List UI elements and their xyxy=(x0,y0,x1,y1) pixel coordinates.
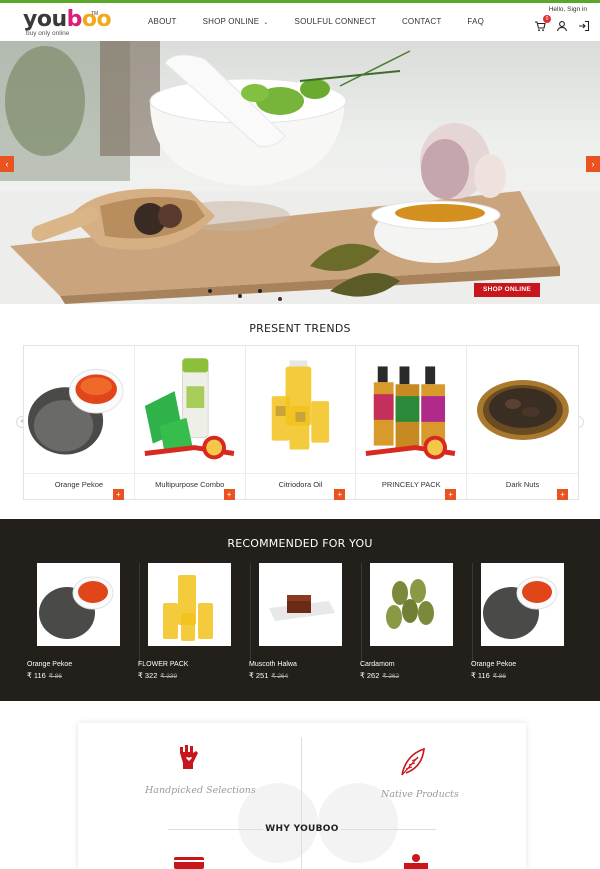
site-header: youboo TM buy only online ABOUT SHOP ONL… xyxy=(0,0,600,41)
leaf-icon xyxy=(396,745,430,784)
present-trends-carousel: Orange Pekoe + Multipurpose Combo + Citr… xyxy=(23,345,579,500)
product-price: ₹ 116 ₹ 86 xyxy=(471,671,567,680)
product-image-princely-pack xyxy=(365,366,456,460)
product-image-dark-nuts xyxy=(477,380,570,440)
recommended-card[interactable]: Muscoth Halwa ₹ 251 ₹ 264 xyxy=(245,563,345,680)
divider xyxy=(245,473,356,474)
cart-icon[interactable]: 0 xyxy=(534,15,551,32)
product-name: Citriodora Oil xyxy=(278,480,323,489)
product-name: Orange Pekoe xyxy=(27,661,73,668)
logo-tagline: buy only online xyxy=(26,30,70,37)
chevron-right-icon: › xyxy=(591,159,595,169)
current-price: ₹ 116 xyxy=(471,671,490,680)
recommended-section: RECOMMENDED FOR YOU Orange Pekoe ₹ 116 ₹ … xyxy=(0,519,600,701)
original-price: ₹ 86 xyxy=(492,673,506,680)
chevron-down-icon: ⌄ xyxy=(263,20,269,26)
nav-about[interactable]: ABOUT xyxy=(148,17,177,26)
product-name: PRINCELY PACK xyxy=(381,480,441,489)
product-price: ₹ 116 ₹ 86 xyxy=(27,671,123,680)
recommended-title: RECOMMENDED FOR YOU xyxy=(227,537,373,550)
feature-handpicked-selections: Handpicked Selections xyxy=(145,785,256,796)
recommended-card[interactable]: FLOWER PACK ₹ 322 ₹ 339 xyxy=(134,563,234,680)
product-price: ₹ 322 ₹ 339 xyxy=(138,671,234,680)
header-icons: 0 xyxy=(534,15,590,32)
product-card[interactable]: PRINCELY PACK + xyxy=(356,346,468,500)
product-image-citriodora-oil xyxy=(271,360,329,450)
background-watermark xyxy=(238,783,398,863)
nav-faq[interactable]: FAQ xyxy=(467,17,484,26)
why-youboo-section: Handpicked Selections Native Products WH… xyxy=(78,723,526,869)
divider xyxy=(467,473,578,474)
product-image-multipurpose-combo xyxy=(144,358,235,460)
feature-native-products: Native Products xyxy=(381,789,459,800)
product-name: Cardamom xyxy=(360,661,395,668)
product-card[interactable]: Orange Pekoe + xyxy=(24,346,135,500)
hero-image xyxy=(0,41,600,304)
login-icon[interactable] xyxy=(578,19,590,32)
recommended-card[interactable]: Cardamom ₹ 262 ₹ 262 xyxy=(356,563,456,680)
hero-next-arrow[interactable]: › xyxy=(586,156,600,172)
main-nav: ABOUT SHOP ONLINE ⌄ SOULFUL CONNECT CONTA… xyxy=(136,17,484,26)
product-image-orange-pekoe xyxy=(37,563,120,646)
present-trends-title: PRESENT TRENDS xyxy=(249,322,351,335)
product-name: Muscoth Halwa xyxy=(249,661,297,668)
product-image-cardamom xyxy=(370,563,453,646)
hero-banner: ‹ › SHOP ONLINE xyxy=(0,41,600,304)
current-price: ₹ 322 xyxy=(138,671,158,680)
logo[interactable]: youboo TM buy only online xyxy=(23,9,112,39)
card-icon xyxy=(174,855,204,869)
product-image-orange-pekoe xyxy=(481,563,564,646)
hand-heart-icon xyxy=(175,743,203,776)
cart-count-badge: 0 xyxy=(543,15,551,23)
recommended-card[interactable]: Orange Pekoe ₹ 116 ₹ 86 xyxy=(23,563,123,680)
original-price: ₹ 339 xyxy=(160,673,178,680)
nav-shop-online[interactable]: SHOP ONLINE ⌄ xyxy=(203,17,269,26)
logo-trademark: TM xyxy=(91,11,99,17)
current-price: ₹ 262 xyxy=(360,671,380,680)
product-name: Orange Pekoe xyxy=(54,480,104,489)
divider xyxy=(134,473,245,474)
product-card[interactable]: Dark Nuts + xyxy=(467,346,578,500)
nav-shop-online-label: SHOP ONLINE xyxy=(202,17,260,26)
product-image-flower-pack xyxy=(148,563,231,646)
product-card[interactable]: Multipurpose Combo + xyxy=(134,346,246,500)
user-icon[interactable] xyxy=(556,19,568,32)
nav-soulful-connect[interactable]: SOULFUL CONNECT xyxy=(295,17,376,26)
product-price: ₹ 262 ₹ 262 xyxy=(360,671,456,680)
divider xyxy=(356,473,467,474)
original-price: ₹ 262 xyxy=(382,673,400,680)
add-to-cart-button[interactable]: + xyxy=(223,489,235,500)
add-to-cart-button[interactable]: + xyxy=(112,489,124,500)
hero-prev-arrow[interactable]: ‹ xyxy=(0,156,14,172)
chevron-left-icon: ‹ xyxy=(5,159,9,169)
sign-in-greeting[interactable]: Hello, Sign in xyxy=(549,6,587,13)
divider xyxy=(301,737,302,869)
original-price: ₹ 264 xyxy=(271,673,289,680)
divider xyxy=(24,473,134,474)
product-image-muscoth-halwa xyxy=(259,563,342,646)
recommended-card[interactable]: Orange Pekoe ₹ 116 ₹ 86 xyxy=(467,563,567,680)
product-name: Orange Pekoe xyxy=(471,661,517,668)
product-name: Multipurpose Combo xyxy=(155,480,225,489)
add-to-cart-button[interactable]: + xyxy=(556,489,568,500)
add-to-cart-button[interactable]: + xyxy=(334,489,346,500)
product-card[interactable]: Citriodora Oil + xyxy=(245,346,357,500)
product-name: Dark Nuts xyxy=(505,480,540,489)
product-image-orange-pekoe xyxy=(27,368,124,455)
original-price: ₹ 86 xyxy=(48,673,62,680)
product-price: ₹ 251 ₹ 264 xyxy=(249,671,345,680)
add-to-cart-button[interactable]: + xyxy=(445,489,457,500)
nav-contact[interactable]: CONTACT xyxy=(402,17,441,26)
current-price: ₹ 116 xyxy=(27,671,46,680)
shop-icon xyxy=(402,853,430,869)
why-youboo-title: WHY YOUBOO xyxy=(265,824,339,834)
current-price: ₹ 251 xyxy=(249,671,269,680)
shop-online-button[interactable]: SHOP ONLINE xyxy=(474,283,540,297)
product-name: FLOWER PACK xyxy=(138,661,189,668)
